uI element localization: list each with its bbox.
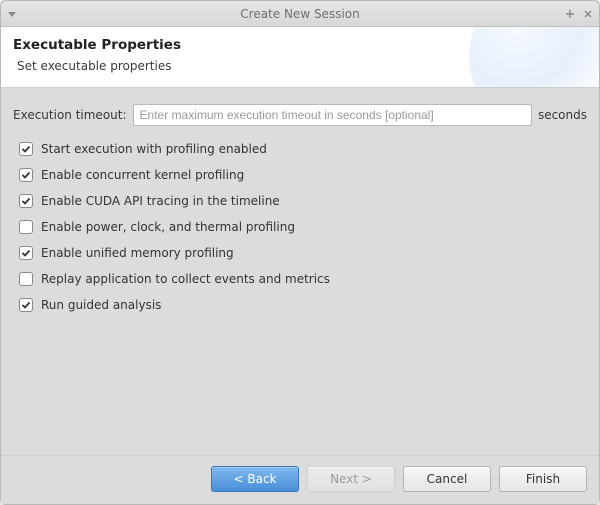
option-row[interactable]: Start execution with profiling enabled xyxy=(19,136,587,162)
page-subtitle: Set executable properties xyxy=(17,59,587,73)
cancel-button[interactable]: Cancel xyxy=(403,466,491,492)
wizard-header: Executable Properties Set executable pro… xyxy=(1,27,599,88)
option-row[interactable]: Enable power, clock, and thermal profili… xyxy=(19,214,587,240)
checkbox[interactable] xyxy=(19,272,33,286)
back-button[interactable]: < Back xyxy=(211,466,299,492)
option-label: Enable unified memory profiling xyxy=(41,246,234,260)
finish-button[interactable]: Finish xyxy=(499,466,587,492)
option-row[interactable]: Enable unified memory profiling xyxy=(19,240,587,266)
titlebar: Create New Session xyxy=(1,1,599,27)
window-title: Create New Session xyxy=(240,7,359,21)
checkbox[interactable] xyxy=(19,220,33,234)
next-button: Next > xyxy=(307,466,395,492)
checkbox[interactable] xyxy=(19,298,33,312)
checkbox[interactable] xyxy=(19,194,33,208)
option-label: Enable CUDA API tracing in the timeline xyxy=(41,194,280,208)
option-label: Start execution with profiling enabled xyxy=(41,142,267,156)
options-list: Start execution with profiling enabled En… xyxy=(13,136,587,318)
option-row[interactable]: Replay application to collect events and… xyxy=(19,266,587,292)
option-row[interactable]: Enable CUDA API tracing in the timeline xyxy=(19,188,587,214)
option-row[interactable]: Run guided analysis xyxy=(19,292,587,318)
page-title: Executable Properties xyxy=(13,37,587,53)
option-label: Enable concurrent kernel profiling xyxy=(41,168,244,182)
execution-timeout-suffix: seconds xyxy=(538,108,587,122)
checkbox[interactable] xyxy=(19,142,33,156)
option-label: Replay application to collect events and… xyxy=(41,272,330,286)
wizard-content: Execution timeout: seconds Start executi… xyxy=(1,88,599,455)
execution-timeout-label: Execution timeout: xyxy=(13,108,127,122)
option-row[interactable]: Enable concurrent kernel profiling xyxy=(19,162,587,188)
option-label: Run guided analysis xyxy=(41,298,161,312)
checkbox[interactable] xyxy=(19,168,33,182)
wizard-footer: < Back Next > Cancel Finish xyxy=(1,455,599,504)
execution-timeout-row: Execution timeout: seconds xyxy=(13,104,587,126)
maximize-icon[interactable] xyxy=(565,9,575,19)
dialog-window: Create New Session Executable Properties… xyxy=(0,0,600,505)
checkbox[interactable] xyxy=(19,246,33,260)
window-menu-icon[interactable] xyxy=(7,9,17,19)
execution-timeout-input[interactable] xyxy=(133,104,532,126)
option-label: Enable power, clock, and thermal profili… xyxy=(41,220,295,234)
close-icon[interactable] xyxy=(583,9,593,19)
